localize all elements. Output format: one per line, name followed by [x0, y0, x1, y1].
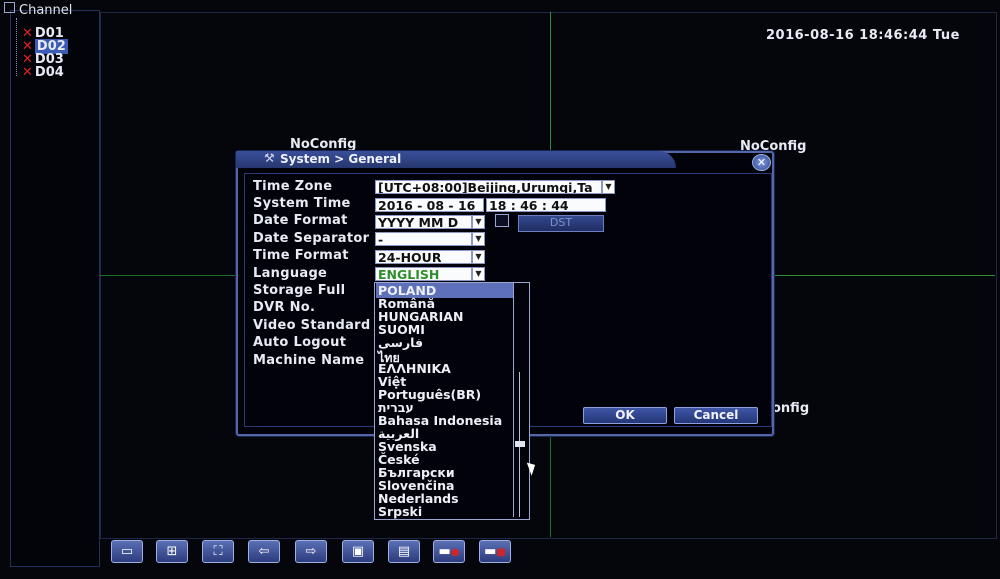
language-dropdown-list[interactable]: POLAND Română HUNGARIAN SUOMI فارسی ไทย …: [374, 282, 530, 520]
chevron-down-icon[interactable]: ▼: [602, 180, 615, 194]
dst-checkbox[interactable]: [495, 214, 509, 227]
fullscreen-icon[interactable]: ⛶: [202, 540, 234, 563]
date-separator-select[interactable]: -: [375, 232, 472, 246]
prev-arrow-icon[interactable]: ⇦: [248, 540, 280, 563]
dialog-title: System > General: [280, 152, 402, 166]
datetime-overlay: 2016-08-16 18:46:44 Tue: [766, 28, 960, 43]
time-zone-select[interactable]: [UTC+08:00]Beijing,Urumqi,Ta: [375, 180, 602, 194]
system-clock-input[interactable]: 18 : 46 : 44: [486, 198, 606, 212]
scrollbar-thumb[interactable]: [515, 441, 525, 447]
language-option[interactable]: Srpski: [378, 504, 422, 519]
chevron-down-icon[interactable]: ▼: [472, 267, 485, 281]
chevron-down-icon[interactable]: ▼: [472, 250, 485, 264]
record-icon[interactable]: ▬●: [433, 540, 465, 563]
video-standard-label: Video Standard: [253, 318, 371, 333]
chevron-down-icon[interactable]: ▼: [472, 215, 485, 229]
language-scrollbar[interactable]: [513, 283, 528, 517]
date-format-label: Date Format: [253, 213, 348, 228]
system-date-input[interactable]: 2016 - 08 - 16: [375, 198, 484, 212]
language-select[interactable]: ENGLISH: [375, 267, 472, 281]
channel-tree-panel: [10, 10, 100, 567]
storage-full-label: Storage Full: [253, 283, 346, 298]
monitor-search-icon[interactable]: ▤: [388, 540, 420, 563]
date-format-select[interactable]: YYYY MM D: [375, 215, 472, 229]
chevron-down-icon[interactable]: ▼: [472, 232, 485, 246]
channel-tree-root[interactable]: Channel: [4, 2, 72, 18]
date-separator-label: Date Separator: [253, 231, 370, 246]
cancel-button[interactable]: Cancel: [674, 407, 758, 424]
time-format-label: Time Format: [253, 248, 349, 263]
tools-icon: ⚒: [264, 151, 275, 165]
system-time-label: System Time: [253, 196, 351, 211]
tile1-status: NoConfig: [290, 137, 357, 152]
monitor-play-icon[interactable]: ▣: [342, 540, 374, 563]
stop-record-icon[interactable]: ▬■: [479, 540, 511, 563]
quad-view-icon[interactable]: ⊞: [156, 540, 188, 563]
dvr-no-label: DVR No.: [253, 300, 316, 315]
dst-button[interactable]: DST: [518, 215, 604, 232]
next-arrow-icon[interactable]: ⇨: [295, 540, 327, 563]
single-view-icon[interactable]: ▭: [111, 540, 143, 563]
close-button[interactable]: ✕: [752, 154, 771, 171]
time-format-select[interactable]: 24-HOUR: [375, 250, 472, 264]
auto-logout-label: Auto Logout: [253, 335, 347, 350]
channel-item-d04[interactable]: ✕ D04: [22, 65, 64, 80]
ok-button[interactable]: OK: [583, 407, 667, 424]
time-zone-label: Time Zone: [253, 179, 333, 194]
language-label: Language: [253, 266, 328, 281]
tree-connector-line: [16, 18, 17, 76]
machine-name-label: Machine Name: [253, 353, 365, 368]
disconnected-icon: ✕: [22, 65, 33, 80]
dialog-title-bar[interactable]: ⚒ System > General: [236, 151, 676, 168]
tile4-status: onfig: [772, 401, 810, 416]
tree-expand-icon[interactable]: [4, 2, 15, 13]
bottom-toolbar: [100, 537, 995, 567]
